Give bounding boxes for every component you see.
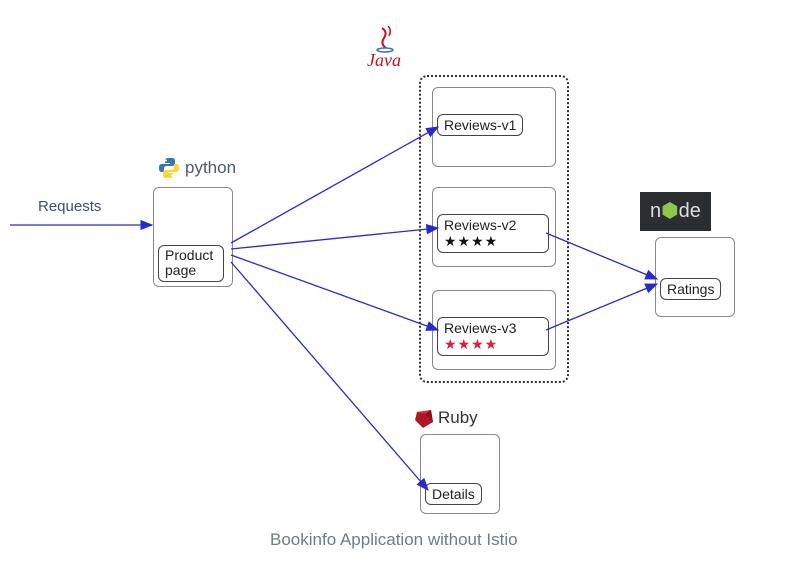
java-label: Java <box>367 50 401 71</box>
ratings-label: Ratings <box>660 278 721 300</box>
diagram-canvas: Requests python Product page Java Review… <box>0 0 794 568</box>
ruby-label: Ruby <box>438 408 478 428</box>
reviews-v2-label: Reviews-v2 ★★★★ <box>437 214 549 253</box>
reviews-v1-label: Reviews-v1 <box>437 114 523 136</box>
node-icon: n⬢de <box>640 192 711 231</box>
reviews-v2-box: Reviews-v2 ★★★★ <box>432 187 556 267</box>
reviews-v3-text: Reviews-v3 <box>444 320 516 336</box>
reviews-v3-box: Reviews-v3 ★★★★ <box>432 290 556 370</box>
reviews-v1-box: Reviews-v1 <box>432 87 556 167</box>
details-box: Details <box>420 434 500 514</box>
details-label: Details <box>425 483 482 505</box>
ruby-icon <box>413 408 435 435</box>
product-page-label: Product page <box>158 245 224 282</box>
python-label: python <box>185 158 236 178</box>
ratings-box: Ratings <box>655 237 735 317</box>
product-page-box: Product page <box>153 187 233 287</box>
requests-label: Requests <box>38 198 101 215</box>
caption: Bookinfo Application without Istio <box>270 530 518 550</box>
reviews-v2-stars: ★★★★ <box>444 233 498 249</box>
python-icon <box>157 156 181 185</box>
reviews-v2-text: Reviews-v2 <box>444 217 516 233</box>
reviews-v3-label: Reviews-v3 ★★★★ <box>437 317 549 356</box>
reviews-v3-stars: ★★★★ <box>444 336 498 352</box>
